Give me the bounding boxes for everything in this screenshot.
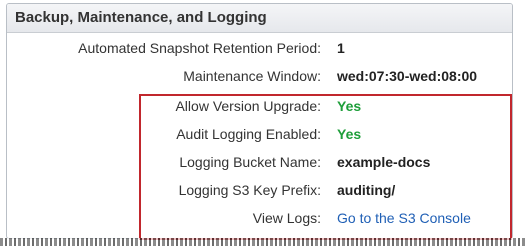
row-value: auditing/ [337,182,396,198]
row-label: Allow Version Upgrade: [175,98,321,114]
row-audit-logging-enabled: Audit Logging Enabled: Yes [7,126,512,146]
row-value: wed:07:30-wed:08:00 [337,68,478,84]
status-value-yes: Yes [337,98,362,114]
row-label: View Logs: [252,210,321,226]
row-value: 1 [337,40,345,56]
row-label: Maintenance Window: [183,68,321,84]
row-logging-bucket-name: Logging Bucket Name: example-docs [7,154,512,174]
panel-title: Backup, Maintenance, and Logging [7,4,512,33]
row-logging-s3-key-prefix: Logging S3 Key Prefix: auditing/ [7,182,512,202]
row-allow-version-upgrade: Allow Version Upgrade: Yes [7,98,512,118]
backup-maintenance-logging-panel: Backup, Maintenance, and Logging Automat… [6,3,513,239]
cropped-bottom-edge [0,238,527,246]
row-value: example-docs [337,154,431,170]
row-label: Audit Logging Enabled: [176,126,321,142]
cropped-edge-text [515,30,527,242]
row-label: Automated Snapshot Retention Period: [78,40,321,56]
row-snapshot-retention: Automated Snapshot Retention Period: 1 [7,40,512,60]
row-label: Logging S3 Key Prefix: [178,182,321,198]
row-label: Logging Bucket Name: [179,154,321,170]
row-view-logs: View Logs: Go to the S3 Console [7,210,512,230]
s3-console-link[interactable]: Go to the S3 Console [337,210,471,226]
status-value-yes: Yes [337,126,362,142]
row-maintenance-window: Maintenance Window: wed:07:30-wed:08:00 [7,68,512,88]
